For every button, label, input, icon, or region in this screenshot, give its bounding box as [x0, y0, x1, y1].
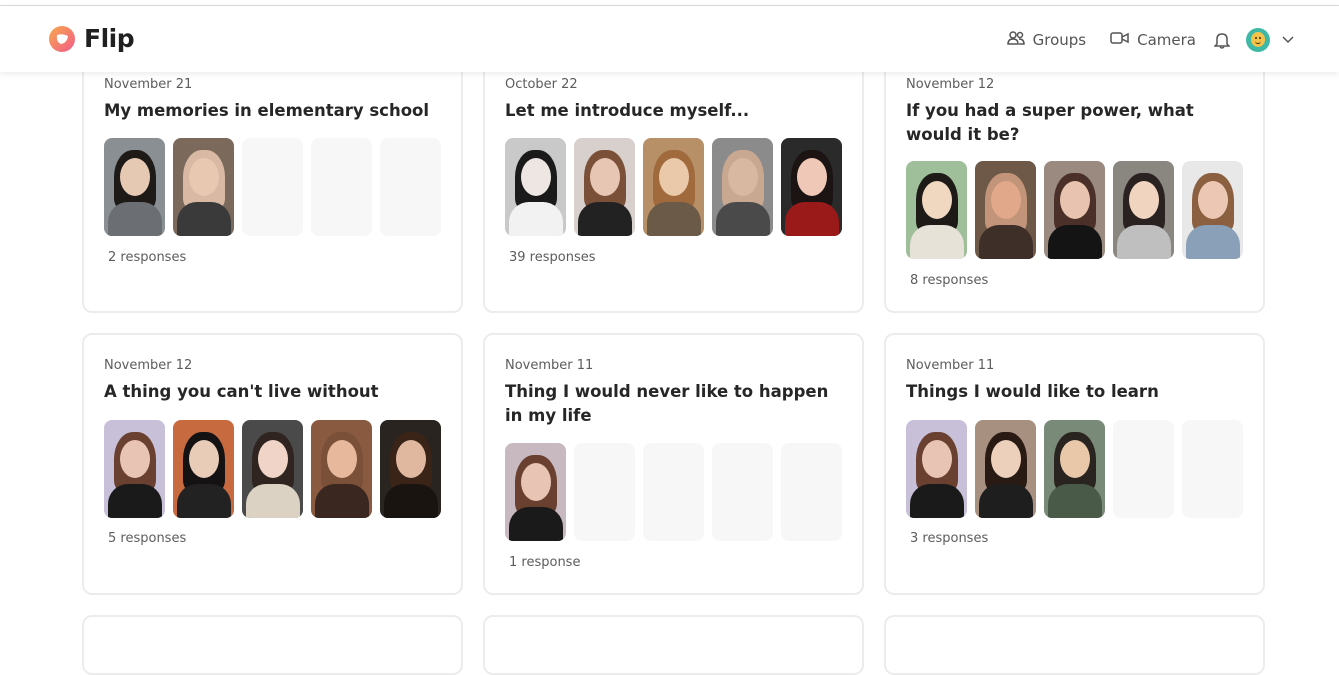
response-thumbnail[interactable] — [1044, 420, 1105, 518]
topic-card[interactable]: November 11 Thing I would never like to … — [483, 333, 864, 595]
response-thumbnail[interactable] — [505, 138, 566, 236]
topic-title[interactable]: Let me introduce myself... — [505, 99, 850, 123]
topic-card[interactable] — [884, 615, 1265, 675]
response-count: 5 responses — [108, 531, 187, 546]
empty-response-slot — [574, 443, 635, 541]
response-thumbnail[interactable] — [574, 138, 635, 236]
response-thumbnails — [104, 138, 449, 236]
response-thumbnails — [906, 161, 1251, 259]
app-name: Flip — [84, 24, 135, 53]
flip-logo-icon — [48, 25, 76, 53]
top-nav-bar: Flip Groups Camera — [0, 6, 1339, 72]
topic-date: October 22 — [505, 77, 578, 92]
camera-icon — [1110, 31, 1137, 49]
response-thumbnail[interactable] — [643, 138, 704, 236]
header-actions: Groups Camera — [983, 27, 1294, 53]
chevron-down-icon[interactable] — [1282, 36, 1294, 44]
response-thumbnail[interactable] — [975, 420, 1036, 518]
response-count: 39 responses — [509, 250, 596, 265]
topic-card[interactable]: November 12 If you had a super power, wh… — [884, 46, 1265, 313]
topic-card[interactable]: October 22 Let me introduce myself... 39… — [483, 46, 864, 313]
topic-title[interactable]: Things I would like to learn — [906, 380, 1251, 404]
response-thumbnail[interactable] — [173, 420, 234, 518]
response-thumbnail[interactable] — [505, 443, 566, 541]
response-thumbnails — [505, 443, 850, 541]
empty-response-slot — [643, 443, 704, 541]
groups-link[interactable]: Groups — [1006, 30, 1087, 50]
empty-response-slot — [311, 138, 372, 236]
topic-title[interactable]: If you had a super power, what would it … — [906, 99, 1251, 147]
groups-label: Groups — [1032, 31, 1087, 49]
response-thumbnail[interactable] — [380, 420, 441, 518]
topic-title[interactable]: My memories in elementary school — [104, 99, 449, 123]
topic-date: November 21 — [104, 77, 193, 92]
topic-card[interactable] — [82, 615, 463, 675]
empty-response-slot — [712, 443, 773, 541]
empty-response-slot — [242, 138, 303, 236]
topic-date: November 11 — [505, 358, 594, 373]
bell-icon[interactable] — [1214, 31, 1230, 49]
topic-card[interactable]: November 21 My memories in elementary sc… — [82, 46, 463, 313]
topic-title[interactable]: A thing you can't live without — [104, 380, 449, 404]
topic-card[interactable] — [483, 615, 864, 675]
empty-response-slot — [1113, 420, 1174, 518]
response-thumbnail[interactable] — [712, 138, 773, 236]
topic-card[interactable]: November 11 Things I would like to learn… — [884, 333, 1265, 595]
flip-logo[interactable]: Flip — [48, 24, 135, 53]
response-thumbnail[interactable] — [906, 161, 967, 259]
empty-response-slot — [1182, 420, 1243, 518]
topic-grid: November 21 My memories in elementary sc… — [0, 0, 1339, 675]
response-count: 8 responses — [910, 273, 989, 288]
response-thumbnail[interactable] — [311, 420, 372, 518]
response-thumbnail[interactable] — [781, 138, 842, 236]
response-thumbnails — [104, 420, 449, 518]
response-count: 1 response — [509, 555, 581, 570]
response-thumbnail[interactable] — [1113, 161, 1174, 259]
topic-date: November 12 — [104, 358, 193, 373]
camera-link[interactable]: Camera — [1110, 31, 1196, 49]
user-avatar[interactable] — [1246, 28, 1270, 52]
response-thumbnail[interactable] — [104, 420, 165, 518]
camera-label: Camera — [1137, 31, 1196, 49]
response-thumbnails — [505, 138, 850, 236]
response-thumbnail[interactable] — [104, 138, 165, 236]
response-count: 2 responses — [108, 250, 187, 265]
response-thumbnail[interactable] — [975, 161, 1036, 259]
response-thumbnail[interactable] — [173, 138, 234, 236]
response-thumbnail[interactable] — [1182, 161, 1243, 259]
response-count: 3 responses — [910, 531, 989, 546]
response-thumbnail[interactable] — [1044, 161, 1105, 259]
groups-icon — [1006, 30, 1033, 50]
topic-date: November 11 — [906, 358, 995, 373]
topic-date: November 12 — [906, 77, 995, 92]
response-thumbnails — [906, 420, 1251, 518]
empty-response-slot — [380, 138, 441, 236]
response-thumbnail[interactable] — [242, 420, 303, 518]
empty-response-slot — [781, 443, 842, 541]
topic-title[interactable]: Thing I would never like to happen in my… — [505, 380, 850, 428]
topic-card[interactable]: November 12 A thing you can't live witho… — [82, 333, 463, 595]
response-thumbnail[interactable] — [906, 420, 967, 518]
